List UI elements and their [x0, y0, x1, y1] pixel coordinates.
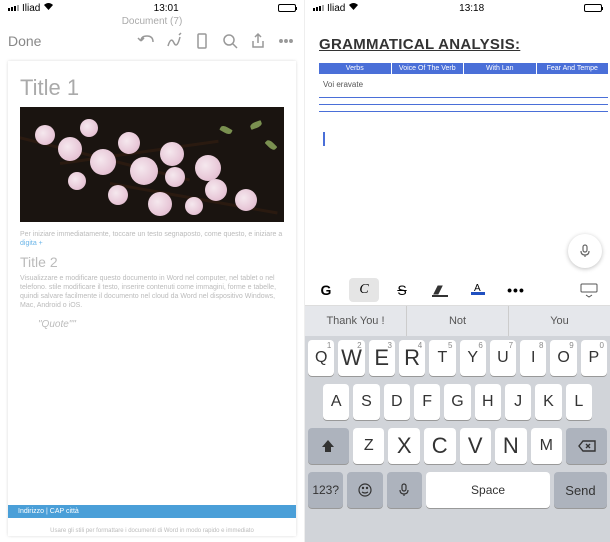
device-icon[interactable] [192, 31, 212, 51]
key-row: 123? Space Send [305, 468, 610, 512]
key-r[interactable]: R4 [399, 340, 425, 376]
font-color-button[interactable] [463, 278, 493, 302]
bold-button[interactable]: G [311, 278, 341, 302]
right-screenshot: Iliad 13:18 GRAMMATICAL ANALYSIS: Verbs … [305, 0, 610, 542]
suggestion[interactable]: Thank You ! [305, 306, 407, 336]
table-header-cell[interactable]: Verbs [319, 63, 391, 74]
dictate-button[interactable] [568, 234, 602, 268]
footer-band: Indirizzo | CAP città [8, 505, 296, 518]
draw-icon[interactable] [164, 31, 184, 51]
status-bar: Iliad 13:18 [305, 0, 610, 16]
key-c[interactable]: C [424, 428, 456, 464]
key-q[interactable]: Q1 [308, 340, 334, 376]
document-title: Document (7) [0, 16, 304, 27]
suggestion[interactable]: You [509, 306, 610, 336]
keyboard-dismiss-icon[interactable] [574, 278, 604, 302]
paragraph: Per iniziare immediatamente, toccare un … [20, 230, 284, 248]
key-e[interactable]: E3 [369, 340, 395, 376]
highlight-button[interactable] [425, 278, 455, 302]
divider [319, 111, 608, 112]
more-format-button[interactable]: ••• [501, 278, 531, 302]
battery-icon [278, 4, 296, 12]
signal-icon [8, 5, 19, 11]
suggestion-bar: Thank You ! Not You [305, 306, 610, 336]
mic-key[interactable] [387, 472, 422, 508]
carrier-label: Iliad [327, 3, 345, 14]
text-cursor [323, 132, 325, 146]
key-w[interactable]: W2 [338, 340, 364, 376]
toolbar: Done [0, 27, 304, 55]
numbers-key[interactable]: 123? [308, 472, 343, 508]
document-editor[interactable]: GRAMMATICAL ANALYSIS: Verbs Voice Of The… [305, 16, 610, 274]
carrier-label: Iliad [22, 3, 40, 14]
italic-button[interactable]: C [349, 278, 379, 302]
battery-icon [584, 4, 602, 12]
clock: 13:01 [154, 3, 179, 14]
done-button[interactable]: Done [8, 33, 41, 49]
strikethrough-button[interactable]: S [387, 278, 417, 302]
undo-icon[interactable] [136, 31, 156, 51]
format-toolbar: G C S ••• [305, 274, 610, 306]
shift-key[interactable] [308, 428, 349, 464]
divider [319, 97, 608, 98]
keyboard: Thank You ! Not You Q1W2E3R4T5Y6U7I8O9P0… [305, 306, 610, 542]
wifi-icon [43, 2, 54, 14]
key-row: Q1W2E3R4T5Y6U7I8O9P0 [305, 336, 610, 380]
key-a[interactable]: A [323, 384, 349, 420]
key-o[interactable]: O9 [550, 340, 576, 376]
key-v[interactable]: V [460, 428, 492, 464]
key-u[interactable]: U7 [490, 340, 516, 376]
key-x[interactable]: X [388, 428, 420, 464]
heading-2: Title 2 [20, 254, 284, 270]
left-screenshot: Iliad 13:01 Document (7) Done Title 1 [0, 0, 305, 542]
key-p[interactable]: P0 [581, 340, 607, 376]
search-icon[interactable] [220, 31, 240, 51]
wifi-icon [348, 2, 359, 14]
key-d[interactable]: D [384, 384, 410, 420]
space-key[interactable]: Space [426, 472, 550, 508]
key-row: ZXCVNM [305, 424, 610, 468]
share-icon[interactable] [248, 31, 268, 51]
key-s[interactable]: S [353, 384, 379, 420]
inline-image [20, 107, 284, 222]
key-k[interactable]: K [535, 384, 561, 420]
footer-hint: Usare gli stili per formattare i documen… [8, 528, 296, 534]
document-page[interactable]: Title 1 Per iniziare immediatame [8, 61, 296, 536]
heading-1: Title 1 [20, 75, 284, 101]
suggestion[interactable]: Not [407, 306, 509, 336]
table-header: Verbs Voice Of The Verb With Lan Fear An… [319, 63, 608, 74]
status-bar: Iliad 13:01 [0, 0, 304, 16]
more-icon[interactable] [276, 31, 296, 51]
divider [319, 104, 608, 105]
key-f[interactable]: F [414, 384, 440, 420]
key-j[interactable]: J [505, 384, 531, 420]
key-h[interactable]: H [475, 384, 501, 420]
key-z[interactable]: Z [353, 428, 385, 464]
key-row: ASDFGHJKL [305, 380, 610, 424]
quote-text: "Quote"" [38, 319, 284, 330]
backspace-key[interactable] [566, 428, 607, 464]
key-l[interactable]: L [566, 384, 592, 420]
table-header-cell[interactable]: Fear And Tempe [537, 63, 609, 74]
send-key[interactable]: Send [554, 472, 607, 508]
paragraph: Visualizzare e modificare questo documen… [20, 274, 284, 310]
heading: GRAMMATICAL ANALYSIS: [319, 36, 608, 53]
key-m[interactable]: M [531, 428, 563, 464]
signal-icon [313, 5, 324, 11]
table-header-cell[interactable]: With Lan [464, 63, 536, 74]
clock: 13:18 [459, 3, 484, 14]
key-i[interactable]: I8 [520, 340, 546, 376]
key-y[interactable]: Y6 [460, 340, 486, 376]
key-t[interactable]: T5 [429, 340, 455, 376]
emoji-key[interactable] [347, 472, 382, 508]
key-g[interactable]: G [444, 384, 470, 420]
table-cell[interactable]: Voi eravate [319, 78, 608, 91]
table-header-cell[interactable]: Voice Of The Verb [392, 63, 464, 74]
key-n[interactable]: N [495, 428, 527, 464]
